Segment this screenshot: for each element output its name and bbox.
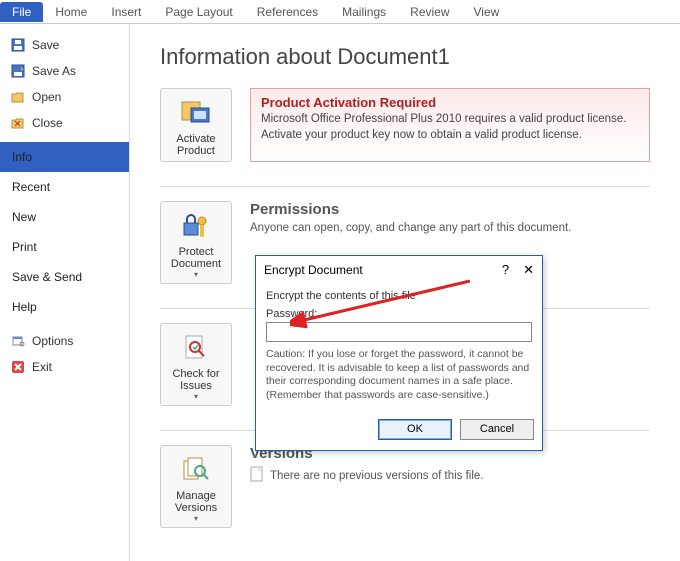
activate-product-button[interactable]: Activate Product <box>160 88 232 162</box>
tab-page-layout[interactable]: Page Layout <box>153 2 244 22</box>
tab-file[interactable]: File <box>0 2 43 22</box>
protect-document-button[interactable]: Protect Document ▾ <box>160 201 232 284</box>
permissions-heading: Permissions <box>250 201 650 218</box>
button-label: Activate Product <box>165 133 227 157</box>
open-icon <box>10 89 26 105</box>
sidebar-label: Save <box>32 38 59 52</box>
sidebar-label: Options <box>32 334 73 348</box>
sidebar-label: Exit <box>32 360 52 374</box>
cancel-button[interactable]: Cancel <box>460 419 534 440</box>
doc-icon <box>250 466 264 485</box>
backstage-sidebar: Save Save As Open Close Info Recent New … <box>0 24 130 561</box>
inspect-icon <box>165 330 227 366</box>
encrypt-document-dialog: Encrypt Document ? ✕ Encrypt the content… <box>255 255 543 451</box>
sidebar-item-exit[interactable]: Exit <box>0 354 129 380</box>
close-icon <box>10 115 26 131</box>
sidebar-label: Save As <box>32 64 76 78</box>
sidebar-item-new[interactable]: New <box>0 202 129 232</box>
tab-mailings[interactable]: Mailings <box>330 2 398 22</box>
tab-home[interactable]: Home <box>43 2 99 22</box>
versions-icon <box>165 452 227 488</box>
options-icon <box>10 333 26 349</box>
dialog-close-button[interactable]: ✕ <box>523 262 534 278</box>
sidebar-item-help[interactable]: Help <box>0 292 129 322</box>
manage-versions-button[interactable]: Manage Versions ▾ <box>160 445 232 528</box>
tab-references[interactable]: References <box>245 2 330 22</box>
versions-text: There are no previous versions of this f… <box>270 470 484 482</box>
dialog-caution: Caution: If you lose or forget the passw… <box>266 348 532 403</box>
dialog-help-button[interactable]: ? <box>502 262 509 278</box>
sidebar-label: Close <box>32 116 63 130</box>
dialog-subtitle: Encrypt the contents of this file <box>266 290 532 302</box>
tab-review[interactable]: Review <box>398 2 461 22</box>
save-icon <box>10 37 26 53</box>
sidebar-item-save-as[interactable]: Save As <box>0 58 129 84</box>
chevron-down-icon: ▾ <box>165 392 227 401</box>
tab-view[interactable]: View <box>462 2 512 22</box>
sidebar-label: Open <box>32 90 61 104</box>
save-as-icon <box>10 63 26 79</box>
sidebar-item-print[interactable]: Print <box>0 232 129 262</box>
sidebar-item-save-send[interactable]: Save & Send <box>0 262 129 292</box>
dialog-title: Encrypt Document <box>264 263 363 277</box>
button-label: Check for Issues <box>165 368 227 392</box>
page-title: Information about Document1 <box>160 44 650 70</box>
check-for-issues-button[interactable]: Check for Issues ▾ <box>160 323 232 406</box>
password-label: Password: <box>266 308 532 320</box>
sidebar-item-options[interactable]: Options <box>0 328 129 354</box>
sidebar-item-save[interactable]: Save <box>0 32 129 58</box>
ok-button[interactable]: OK <box>378 419 452 440</box>
chevron-down-icon: ▾ <box>165 514 227 523</box>
sidebar-item-info[interactable]: Info <box>0 142 129 172</box>
sidebar-item-recent[interactable]: Recent <box>0 172 129 202</box>
activation-text: Microsoft Office Professional Plus 2010 … <box>261 112 639 143</box>
activate-icon <box>165 95 227 131</box>
tab-insert[interactable]: Insert <box>99 2 153 22</box>
button-label: Manage Versions <box>165 490 227 514</box>
chevron-down-icon: ▾ <box>165 270 227 279</box>
sidebar-item-open[interactable]: Open <box>0 84 129 110</box>
activation-heading: Product Activation Required <box>261 95 639 110</box>
lock-key-icon <box>165 208 227 244</box>
password-input[interactable] <box>266 322 532 342</box>
permissions-text: Anyone can open, copy, and change any pa… <box>250 222 650 234</box>
sidebar-item-close[interactable]: Close <box>0 110 129 136</box>
button-label: Protect Document <box>165 246 227 270</box>
exit-icon <box>10 359 26 375</box>
ribbon-tabs: File Home Insert Page Layout References … <box>0 0 680 24</box>
